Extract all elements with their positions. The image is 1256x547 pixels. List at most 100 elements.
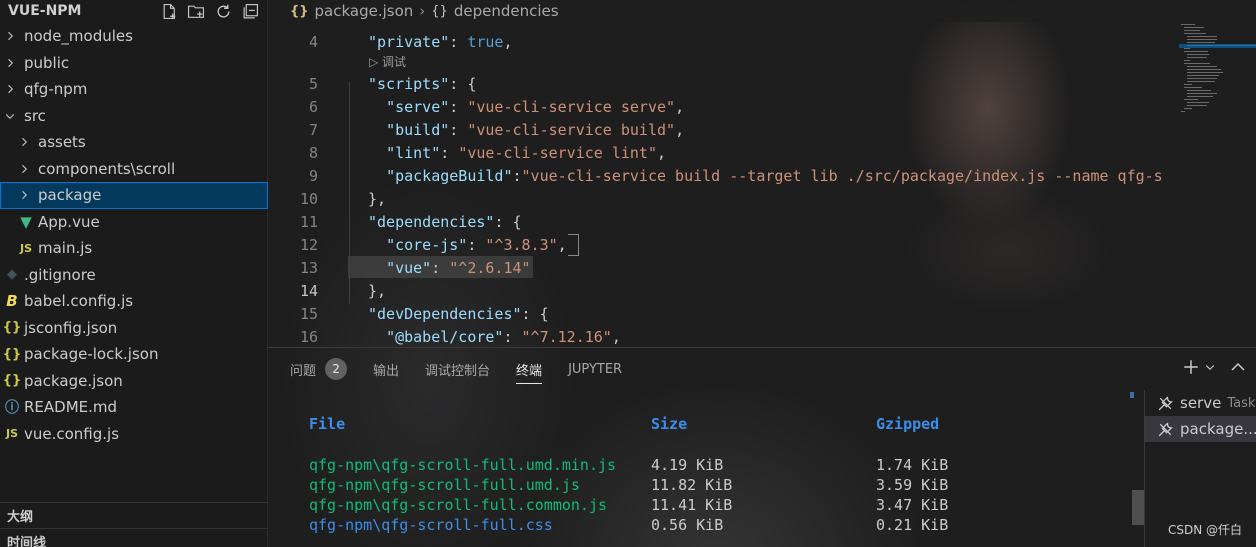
terminal-file-name: qfg-npm\qfg-scroll-full.umd.js: [309, 476, 580, 494]
tree-item[interactable]: assets: [0, 129, 268, 156]
line-number: 8: [308, 143, 318, 162]
explorer-sidebar: VUE-NPM node_modules public qfg-npm src asse…: [0, 0, 268, 547]
tree-item-label: assets: [38, 133, 86, 152]
timeline-section[interactable]: 时间线: [0, 528, 268, 547]
refresh-icon[interactable]: [214, 2, 232, 20]
scroll-marker: [1130, 392, 1134, 398]
js-file-icon: JS: [5, 427, 18, 441]
tree-item[interactable]: JS main.js: [0, 235, 268, 262]
tree-item[interactable]: {} jsconfig.json: [0, 315, 268, 342]
code-token: :: [449, 97, 468, 116]
object-icon: {}: [431, 3, 448, 19]
new-terminal-icon[interactable]: [1182, 358, 1200, 380]
code-token: ,: [503, 32, 513, 51]
breadcrumb-node[interactable]: dependencies: [454, 2, 559, 20]
code-token: : {: [449, 74, 477, 93]
timeline-label: 时间线: [7, 536, 47, 547]
code-token: "vue-cli-service serve": [467, 97, 676, 116]
terminal[interactable]: File Size Gzipped qfg-npm\qfg-scroll-full.u…: [268, 390, 1138, 547]
code-token: :: [431, 258, 450, 277]
tree-item[interactable]: public: [0, 50, 268, 77]
panel-tab-label: 输出: [373, 363, 400, 379]
code-line: 10},: [268, 187, 1173, 210]
tree-item[interactable]: qfg-npm: [0, 76, 268, 103]
tree-item[interactable]: src: [0, 103, 268, 130]
tree-item[interactable]: ⓘ README.md: [0, 394, 268, 421]
tree-item[interactable]: JS vue.config.js: [0, 421, 268, 448]
terminal-value: 3.47 KiB: [876, 496, 949, 514]
code-line: 16 "@babel/core": "^7.12.16",: [268, 325, 1173, 347]
terminal-file-name: qfg-npm\qfg-scroll-full.common.js: [309, 496, 608, 514]
terminal-column-header: Size: [651, 415, 688, 433]
code-token: "private": [368, 32, 450, 51]
json-file-icon: {}: [2, 346, 22, 362]
minimap[interactable]: [1175, 22, 1256, 132]
code-token: : {: [494, 212, 522, 231]
code-line: 8 "lint": "vue-cli-service lint",: [268, 141, 1173, 164]
new-folder-icon[interactable]: [187, 2, 205, 20]
breadcrumb-file[interactable]: package.json: [315, 2, 414, 20]
panel-tabs: 问题 2 输出 调试控制台 终端 JUPYTER: [268, 348, 1256, 390]
panel-tab-label: 调试控制台: [425, 363, 491, 379]
panel-tab[interactable]: 输出: [373, 348, 399, 390]
code-token: : {: [521, 304, 549, 323]
code-token: "build": [386, 120, 450, 139]
chevron-right-icon: [16, 187, 32, 203]
tree-item[interactable]: {} package.json: [0, 368, 268, 395]
tree-item[interactable]: package: [0, 182, 268, 209]
code-line: 15 "devDependencies": {: [268, 302, 1173, 325]
tree-item-label: package-lock.json: [24, 345, 159, 364]
terminal-value: 3.59 KiB: [876, 476, 949, 494]
panel-tab[interactable]: 终端: [516, 348, 543, 390]
code-editor[interactable]: ▷ 调试 4 "private": true, 5 "scripts": {6 "se…: [268, 22, 1256, 347]
codelens-debug[interactable]: ▷ 调试: [369, 53, 406, 70]
tree-item-label: main.js: [38, 239, 93, 258]
json-file-icon: {}: [2, 320, 22, 336]
line-number: 11: [299, 212, 318, 231]
codelens-label: 调试: [382, 55, 407, 69]
info-file-icon: ⓘ: [5, 400, 19, 417]
terminal-list-sub: Task: [1227, 395, 1256, 411]
watermark: CSDN @仟白: [1167, 523, 1242, 537]
chevron-up-icon[interactable]: [1230, 359, 1246, 379]
tree-item-label: qfg-npm: [24, 80, 88, 99]
new-file-icon[interactable]: [160, 2, 178, 20]
outline-label: 大纲: [7, 510, 34, 525]
tools-icon: [1157, 395, 1174, 412]
line-number: 13: [299, 258, 318, 277]
tree-item[interactable]: components\scroll: [0, 156, 268, 183]
tree-item[interactable]: ◆ .gitignore: [0, 262, 268, 289]
code-token: "lint": [386, 143, 441, 162]
tree-item-label: App.vue: [38, 212, 100, 231]
code-token: :: [512, 166, 522, 185]
tree-item[interactable]: ▼ App.vue: [0, 209, 268, 236]
outline-section[interactable]: 大纲: [0, 502, 268, 528]
chevron-down-icon[interactable]: [1204, 361, 1216, 377]
breadcrumb: {} package.json › {} dependencies: [268, 0, 1256, 22]
terminal-list-label: package...: [1180, 420, 1256, 438]
panel-tab[interactable]: JUPYTER: [568, 348, 622, 390]
tree-item-label: node_modules: [24, 27, 133, 46]
code-line: 6 "serve": "vue-cli-service serve",: [268, 95, 1173, 118]
panel-tab[interactable]: 调试控制台: [425, 348, 490, 390]
code-line: 9 "packageBuild":"vue-cli-service build …: [268, 164, 1173, 187]
panel-tab[interactable]: 问题 2: [290, 348, 348, 390]
tree-item[interactable]: Bbabel.config.js: [0, 288, 268, 315]
terminal-list-item[interactable]: package...: [1145, 416, 1256, 442]
terminal-list-item[interactable]: serve Task: [1145, 390, 1256, 416]
chevron-right-icon: [2, 28, 18, 44]
tree-item[interactable]: node_modules: [0, 23, 268, 50]
code-token: "^7.12.16": [521, 327, 612, 346]
terminal-scrollbar[interactable]: [1132, 490, 1144, 525]
code-line: 13 "vue": "^2.6.14": [268, 256, 1173, 279]
code-token: :: [449, 120, 468, 139]
tree-item-label: vue.config.js: [24, 424, 120, 443]
collapse-all-icon[interactable]: [241, 2, 259, 20]
code-line: 11 "dependencies": {: [268, 210, 1173, 233]
panel-tab-label: 终端: [516, 363, 543, 379]
tree-item[interactable]: {} package-lock.json: [0, 341, 268, 368]
panel-tab-label: JUPYTER: [568, 361, 623, 377]
